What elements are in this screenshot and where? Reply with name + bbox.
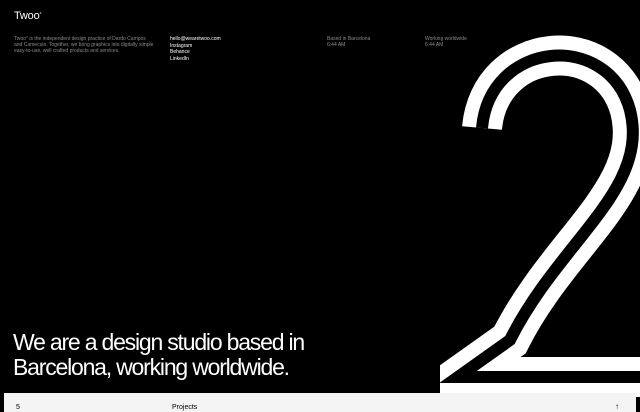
behance-link[interactable]: Behance: [170, 49, 221, 56]
projects-bar[interactable]: 5 Projects ↑: [4, 393, 636, 412]
location-info: Based in Barcelona 6:44 AM: [327, 36, 370, 48]
arrow-up-icon[interactable]: ↑: [615, 402, 619, 411]
hero-headline: We are a design studio based in Barcelon…: [13, 329, 305, 380]
email-link[interactable]: hello@wearetwoo.com: [170, 36, 221, 43]
hero-line-2: Barcelona, working worldwide.: [13, 354, 290, 380]
hero-line-1: We are a design studio based in: [13, 329, 305, 355]
projects-count: 5: [16, 404, 20, 411]
brand-logo[interactable]: Twoo°: [14, 10, 41, 22]
instagram-link[interactable]: Instagram: [170, 43, 221, 50]
numeral-two-graphic: [440, 35, 640, 397]
contact-links: hello@wearetwoo.com Instagram Behance Li…: [170, 36, 221, 62]
brand-mark: °: [39, 12, 42, 18]
brand-name: Twoo: [14, 10, 40, 22]
location-time: 6:44 AM: [327, 42, 346, 49]
projects-label: Projects: [172, 404, 198, 411]
about-text: Twoo° is the independent design practice…: [14, 36, 154, 55]
linkedin-link[interactable]: LinkedIn: [170, 56, 221, 63]
